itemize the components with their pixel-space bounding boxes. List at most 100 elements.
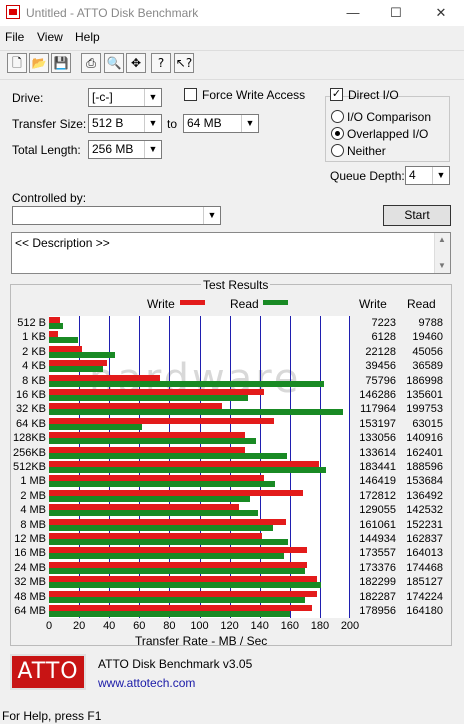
x-tick-label: 120 xyxy=(220,620,239,632)
read-bar xyxy=(49,611,291,617)
category-label: 128KB xyxy=(12,432,46,445)
menu-view[interactable]: View xyxy=(37,30,63,44)
read-bar xyxy=(49,323,64,329)
status-text: For Help, press F1 xyxy=(2,709,102,723)
transfer-to-value: 64 MB xyxy=(187,116,222,130)
transfer-to-select[interactable]: 64 MB ▼ xyxy=(183,114,259,133)
write-value: 133614 xyxy=(359,446,396,459)
read-value: 199753 xyxy=(406,403,443,416)
read-bar xyxy=(49,495,250,502)
read-value: 188596 xyxy=(406,461,443,473)
move-icon[interactable]: ✥ xyxy=(126,53,146,73)
x-tick-label: 20 xyxy=(72,620,86,632)
scroll-up-icon[interactable]: ▲ xyxy=(438,235,446,244)
scroll-down-icon[interactable]: ▼ xyxy=(438,261,446,270)
category-label: 48 MB xyxy=(14,590,46,603)
status-bar: For Help, press F1 xyxy=(0,706,464,724)
new-icon[interactable]: 🗋 xyxy=(7,53,27,73)
total-length-select[interactable]: 256 MB ▼ xyxy=(88,140,162,159)
read-value: 142532 xyxy=(406,504,443,517)
write-value: 173557 xyxy=(359,547,396,560)
total-length-value: 256 MB xyxy=(92,142,134,156)
read-value: 19460 xyxy=(412,331,443,344)
read-value: 185127 xyxy=(406,576,443,589)
write-value: 117964 xyxy=(360,403,396,416)
controlled-by-label: Controlled by: xyxy=(12,191,87,205)
x-tick-label: 0 xyxy=(45,620,53,632)
description-text: << Description >> xyxy=(15,236,110,250)
write-value: 172812 xyxy=(359,489,396,502)
menu-help[interactable]: Help xyxy=(75,30,100,44)
read-bar xyxy=(49,366,103,373)
write-value: 133056 xyxy=(359,432,396,445)
queue-depth-value: 4 xyxy=(409,168,416,182)
force-write-checkbox[interactable] xyxy=(184,88,197,101)
x-tick-label: 60 xyxy=(133,620,146,632)
category-label: 16 KB xyxy=(16,389,46,401)
write-value: 182299 xyxy=(359,576,396,589)
write-value: 182287 xyxy=(359,590,396,603)
direct-io-label: Direct I/O xyxy=(348,88,399,102)
chart-plot-area: hardware xyxy=(49,316,350,618)
chevron-down-icon: ▼ xyxy=(203,207,220,224)
write-value: 173376 xyxy=(359,561,396,574)
direct-io-checkbox[interactable]: ✓ xyxy=(330,88,343,101)
read-legend-swatch xyxy=(263,300,288,305)
read-bar xyxy=(49,553,285,560)
total-length-label: Total Length: xyxy=(12,143,81,157)
read-bar xyxy=(49,467,327,473)
category-label: 256KB xyxy=(12,446,46,459)
read-bar xyxy=(49,524,273,531)
open-icon[interactable]: 📂 xyxy=(29,53,49,73)
category-label: 2 KB xyxy=(22,345,46,358)
category-label: 512 B xyxy=(17,317,46,329)
controlled-by-select[interactable]: ▼ xyxy=(12,206,221,225)
read-value: 9788 xyxy=(418,317,443,329)
help-icon[interactable]: ? xyxy=(151,53,171,73)
minimize-button[interactable]: — xyxy=(338,3,368,23)
write-value: 161061 xyxy=(359,518,396,531)
transfer-from-select[interactable]: 512 B ▼ xyxy=(88,114,162,133)
write-value: 146286 xyxy=(359,389,396,401)
read-bar xyxy=(49,510,259,517)
category-label: 4 KB xyxy=(22,360,46,373)
read-value: 136492 xyxy=(406,489,443,502)
read-bar xyxy=(49,438,257,445)
read-value: 164013 xyxy=(406,547,443,560)
logo-text: ATTO xyxy=(17,659,79,684)
read-value: 164180 xyxy=(406,605,443,617)
category-label: 16 MB xyxy=(14,547,46,560)
close-button[interactable]: ✕ xyxy=(426,3,456,23)
save-icon[interactable]: 💾 xyxy=(51,53,71,73)
category-label: 1 MB xyxy=(20,475,46,488)
drive-value: [-c-] xyxy=(92,90,113,104)
window-title: Untitled - ATTO Disk Benchmark xyxy=(26,6,199,20)
print-preview-icon[interactable]: 🔍 xyxy=(104,53,124,73)
maximize-button[interactable]: ☐ xyxy=(381,3,411,23)
website-link[interactable]: www.attotech.com xyxy=(98,676,195,690)
read-bar xyxy=(49,395,249,401)
read-bar xyxy=(49,380,324,387)
description-textarea[interactable]: << Description >> ▲ ▼ xyxy=(11,232,451,274)
drive-select[interactable]: [-c-] ▼ xyxy=(88,88,162,107)
read-bar xyxy=(49,539,289,545)
context-help-icon[interactable]: ↖? xyxy=(174,53,194,73)
title-bar: Untitled - ATTO Disk Benchmark — ☐ ✕ xyxy=(0,0,464,26)
category-label: 24 MB xyxy=(14,561,46,574)
x-tick-label: 80 xyxy=(163,620,176,632)
x-tick-label: 160 xyxy=(280,620,299,632)
menu-file[interactable]: File xyxy=(5,30,24,44)
io-comparison-radio[interactable] xyxy=(331,110,344,123)
category-label: 32 MB xyxy=(14,576,46,589)
read-bar xyxy=(49,409,343,416)
neither-radio[interactable] xyxy=(331,144,344,157)
transfer-from-value: 512 B xyxy=(92,116,124,130)
read-value: 135601 xyxy=(406,389,443,401)
description-scrollbar[interactable]: ▲ ▼ xyxy=(434,233,450,273)
queue-depth-label: Queue Depth: xyxy=(330,169,405,183)
overlapped-io-radio[interactable] xyxy=(331,127,344,140)
start-button[interactable]: Start xyxy=(383,205,451,226)
queue-depth-select[interactable]: 4 ▼ xyxy=(405,166,450,185)
print-icon[interactable]: ⎙ xyxy=(81,53,101,73)
read-bar xyxy=(49,481,275,488)
